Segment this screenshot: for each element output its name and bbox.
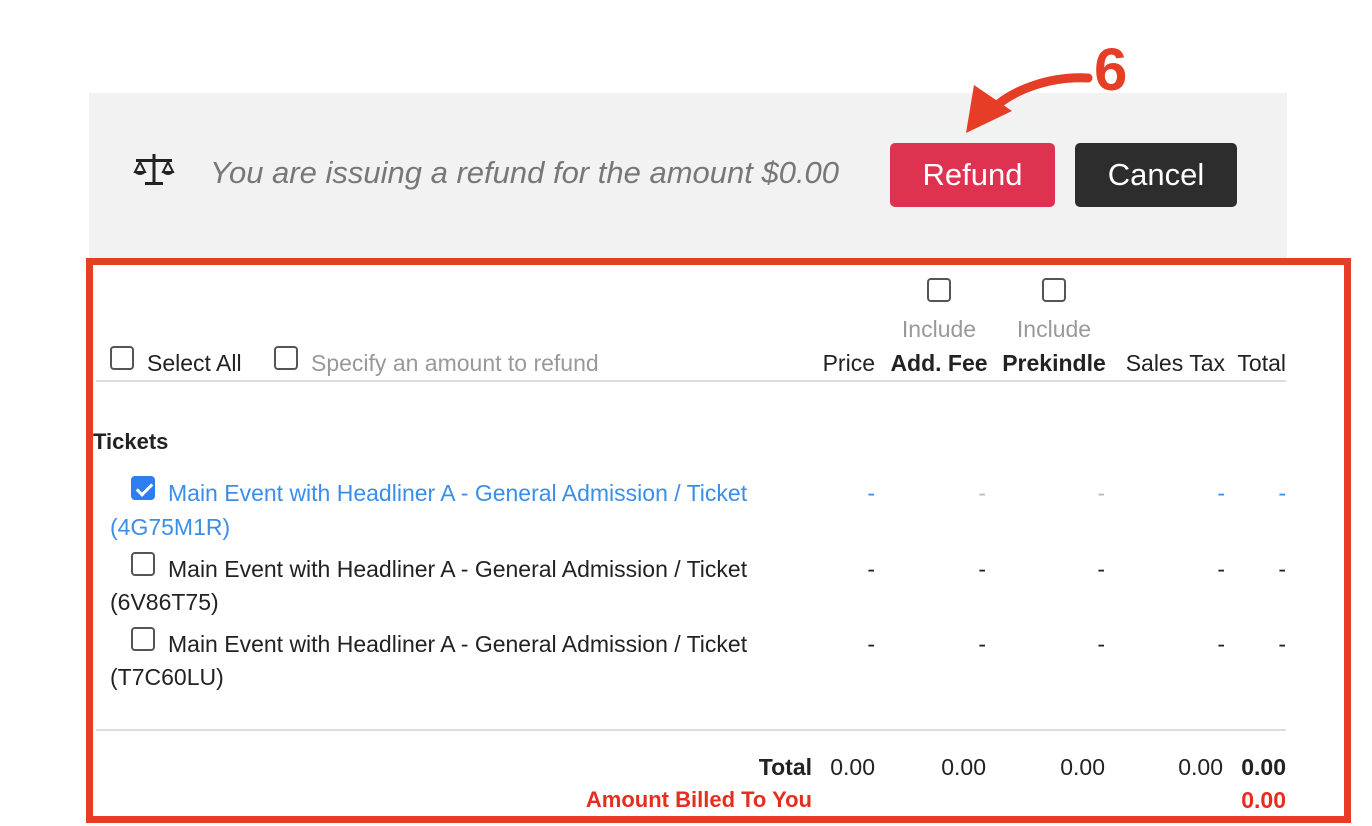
ticket-row-add-fee: -: [978, 556, 986, 582]
select-all-checkbox[interactable]: [110, 346, 134, 370]
ticket-row-prekindle: -: [1097, 480, 1105, 506]
ticket-row-name[interactable]: Main Event with Headliner A - General Ad…: [168, 479, 747, 507]
ticket-row-total: -: [1278, 631, 1286, 657]
select-all-label: Select All: [147, 350, 242, 376]
ticket-row-name: Main Event with Headliner A - General Ad…: [168, 631, 748, 657]
ticket-row-checkbox[interactable]: [131, 476, 155, 500]
ticket-row-price: -: [867, 631, 875, 657]
totals-label: Total: [758, 754, 812, 780]
refund-table-highlight: [86, 258, 1351, 823]
include-add-fee-checkbox[interactable]: [927, 278, 951, 302]
specify-amount-checkbox[interactable]: [274, 346, 298, 370]
cancel-button[interactable]: Cancel: [1075, 143, 1237, 207]
ticket-row-name: Main Event with Headliner A - General Ad…: [168, 556, 748, 582]
tickets-section-title: Tickets: [93, 429, 169, 454]
ticket-row-sales-tax: -: [1217, 631, 1225, 657]
totals-sales-tax: 0.00: [1178, 754, 1223, 780]
amount-billed-label: Amount Billed To You: [585, 787, 812, 812]
ticket-row-prekindle: -: [1097, 631, 1105, 657]
column-total: Total: [1237, 350, 1286, 376]
amount-billed-value: 0.00: [1241, 787, 1286, 813]
refund-amount-message: You are issuing a refund for the amount …: [210, 155, 840, 190]
totals-prekindle: 0.00: [1060, 754, 1105, 780]
column-add-fee: Add. Fee: [890, 350, 988, 376]
include-prekindle-label: Include: [1016, 316, 1092, 342]
ticket-row-price: -: [867, 480, 875, 506]
include-add-fee-label: Include: [901, 316, 977, 342]
totals-price: 0.00: [830, 754, 875, 780]
refund-button[interactable]: Refund: [890, 143, 1055, 207]
ticket-row-checkbox[interactable]: [131, 552, 155, 576]
header-divider: [96, 380, 1286, 382]
ticket-row-sales-tax: -: [1217, 556, 1225, 582]
column-price: Price: [822, 350, 875, 376]
ticket-row-code[interactable]: (4G75M1R): [110, 513, 230, 541]
ticket-row-total: -: [1278, 556, 1286, 582]
totals-add-fee: 0.00: [941, 754, 986, 780]
ticket-row-add-fee: -: [978, 631, 986, 657]
ticket-row-code: (T7C60LU): [110, 664, 224, 690]
ticket-row-prekindle: -: [1097, 556, 1105, 582]
ticket-row-total: -: [1278, 480, 1286, 506]
ticket-row-price: -: [867, 556, 875, 582]
balance-scale-icon: [133, 154, 175, 185]
annotation-step-number: 6: [1094, 36, 1128, 103]
ticket-row-checkbox[interactable]: [131, 627, 155, 651]
column-sales-tax: Sales Tax: [1125, 350, 1225, 376]
ticket-row-code: (6V86T75): [110, 589, 219, 615]
totals-total: 0.00: [1241, 754, 1286, 780]
ticket-row-add-fee: -: [978, 480, 986, 506]
column-prekindle: Prekindle: [1002, 350, 1106, 376]
ticket-row-sales-tax: -: [1217, 480, 1225, 506]
totals-divider: [96, 729, 1286, 731]
specify-amount-label: Specify an amount to refund: [311, 350, 599, 376]
include-prekindle-checkbox[interactable]: [1042, 278, 1066, 302]
